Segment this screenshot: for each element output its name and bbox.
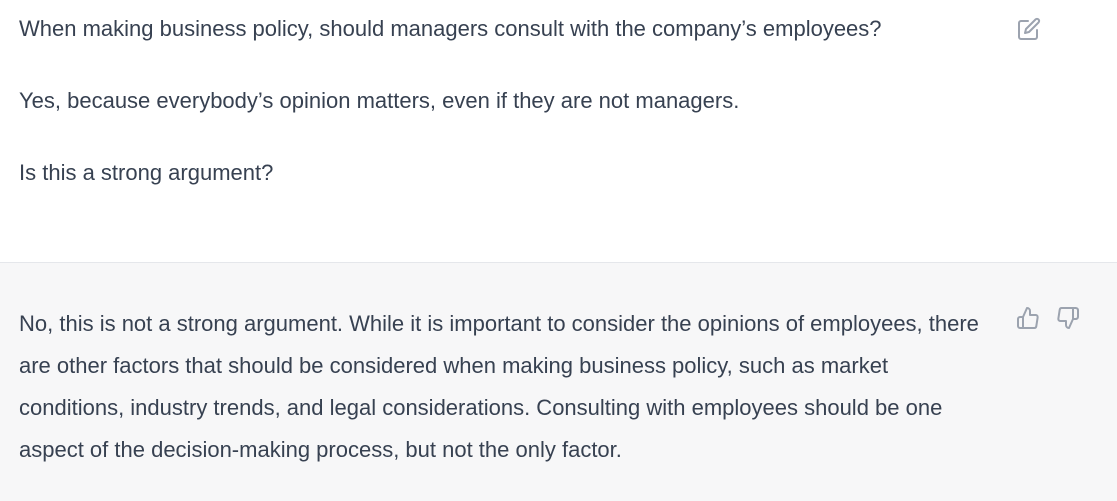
user-message: When making business policy, should mana… [0,0,1117,262]
assistant-message-text: No, this is not a strong argument. While… [19,311,979,462]
thumbs-down-icon [1056,306,1080,330]
conversation-thread: When making business policy, should mana… [0,0,1117,501]
thumbs-up-button[interactable] [1015,305,1041,331]
user-answer: Yes, because everybody’s opinion matters… [19,88,740,113]
user-message-text: When making business policy, should mana… [19,14,999,230]
feedback-buttons [1015,305,1081,331]
assistant-message: No, this is not a strong argument. While… [0,263,1117,501]
edit-icon [1017,17,1041,41]
user-prompt: Is this a strong argument? [19,160,274,185]
thumbs-down-button[interactable] [1055,305,1081,331]
thumbs-up-icon [1016,306,1040,330]
user-question: When making business policy, should mana… [19,16,882,41]
edit-message-button[interactable] [1016,16,1042,42]
